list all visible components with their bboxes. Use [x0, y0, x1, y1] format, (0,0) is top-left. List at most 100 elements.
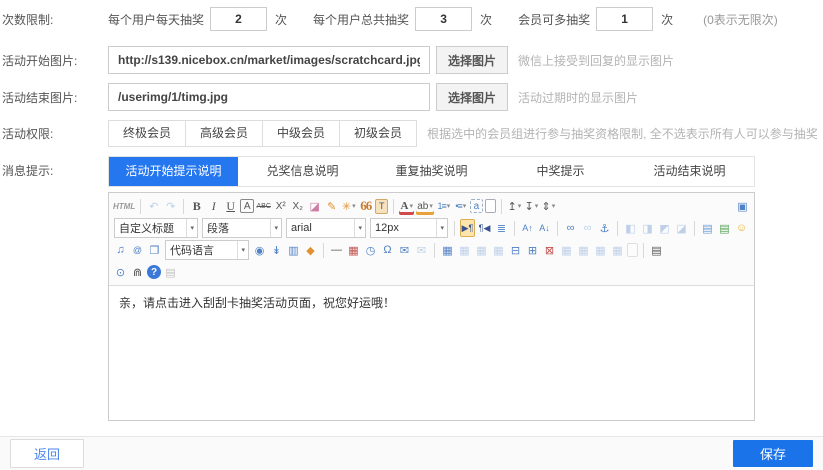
- rich-text-editor: HTML↶↷BIUAABCX²X₂◪✎✳▾66TA▾ab▾1≡▾•≡▾a↥▾↧▾…: [108, 192, 755, 421]
- caret-down-icon: ▾: [409, 202, 413, 210]
- code-language-select[interactable]: 代码语言▾: [165, 240, 249, 260]
- delete-table-icon[interactable]: ▦: [457, 241, 472, 259]
- start-image-pick-button[interactable]: 选择图片: [436, 46, 508, 74]
- ordered-list-icon[interactable]: 1≡▾: [436, 197, 451, 215]
- remove-format-icon[interactable]: ◪: [307, 197, 322, 215]
- tab-activity-end[interactable]: 活动结束说明: [625, 157, 754, 186]
- table-border-icon[interactable]: ▦: [610, 241, 625, 259]
- underline-icon[interactable]: U: [223, 197, 238, 215]
- italic-icon[interactable]: I: [206, 197, 221, 215]
- insert-row-icon[interactable]: ⊟: [508, 241, 523, 259]
- end-image-input[interactable]: [108, 83, 430, 111]
- hr-icon[interactable]: —: [329, 241, 344, 259]
- line-height-icon[interactable]: ⇕▾: [541, 197, 556, 215]
- insert-col-icon[interactable]: ⊞: [525, 241, 540, 259]
- music-icon[interactable]: ♫: [113, 241, 128, 259]
- upload-image-icon[interactable]: ▤: [717, 219, 732, 237]
- rtl-paragraph-icon[interactable]: ¶◀: [477, 219, 492, 237]
- subscript-icon[interactable]: X₂: [290, 197, 305, 215]
- image-float-right-icon[interactable]: ◩: [657, 219, 672, 237]
- attachment-icon[interactable]: @: [130, 241, 145, 259]
- paste-plain-icon[interactable]: T: [375, 199, 388, 214]
- print-icon[interactable]: ▤: [649, 241, 664, 259]
- total-draws-input[interactable]: [415, 7, 472, 31]
- paste-icon[interactable]: ▤: [163, 263, 178, 281]
- unordered-list-icon[interactable]: •≡▾: [453, 197, 468, 215]
- format-brush-icon[interactable]: ✎: [324, 197, 339, 215]
- anchor-icon[interactable]: ⚓: [597, 219, 612, 237]
- auto-typeset-icon[interactable]: ✳▾: [341, 197, 356, 215]
- delete-row-icon[interactable]: ▦: [576, 241, 591, 259]
- merge-right-icon[interactable]: ▦: [559, 241, 574, 259]
- emoticon-icon[interactable]: ☺: [734, 219, 749, 237]
- insert-image-icon[interactable]: ▤: [700, 219, 715, 237]
- preview-icon[interactable]: ⊙: [113, 263, 128, 281]
- valign-top-icon[interactable]: ↥▾: [507, 197, 522, 215]
- group-senior-member[interactable]: 高级会员: [185, 120, 263, 147]
- heading-select[interactable]: 自定义标题▾: [114, 218, 198, 238]
- delete-col-icon[interactable]: ▦: [593, 241, 608, 259]
- template-icon[interactable]: [627, 243, 638, 257]
- insert-table-icon[interactable]: ▦: [440, 241, 455, 259]
- table-title-icon[interactable]: ▦: [474, 241, 489, 259]
- redo-icon[interactable]: ↷: [163, 197, 178, 215]
- ltr-paragraph-icon[interactable]: ▶¶: [460, 219, 475, 237]
- unlink-icon[interactable]: ∞: [580, 219, 595, 237]
- end-image-pick-button[interactable]: 选择图片: [436, 83, 508, 111]
- image-inline-icon[interactable]: ◨: [640, 219, 655, 237]
- per-day-draws-input[interactable]: [210, 7, 267, 31]
- columns-icon[interactable]: ▥: [286, 241, 301, 259]
- pagebreak-icon[interactable]: ↡: [269, 241, 284, 259]
- blank-doc-icon[interactable]: [485, 199, 496, 213]
- time-icon[interactable]: ◷: [363, 241, 378, 259]
- font-size-up-icon[interactable]: A↑: [520, 219, 535, 237]
- footer-bar: 返回 保存: [0, 436, 823, 470]
- highlight-color-icon[interactable]: ab▾: [416, 197, 434, 215]
- find-replace-icon[interactable]: ⋒: [130, 263, 145, 281]
- start-image-input[interactable]: [108, 46, 430, 74]
- merge-cells-icon[interactable]: ▦: [491, 241, 506, 259]
- special-char-icon[interactable]: Ω: [380, 241, 395, 259]
- paragraph-select[interactable]: 段落▾: [202, 218, 282, 238]
- tab-repeat-draw[interactable]: 重复抽奖说明: [367, 157, 496, 186]
- comment-icon[interactable]: ✉: [397, 241, 412, 259]
- link-icon[interactable]: ∞: [563, 219, 578, 237]
- font-size-select[interactable]: 12px▾: [370, 218, 448, 238]
- group-middle-member[interactable]: 中级会员: [262, 120, 340, 147]
- save-button[interactable]: 保存: [733, 440, 813, 467]
- group-junior-member[interactable]: 初级会员: [339, 120, 417, 147]
- image-float-left-icon[interactable]: ◧: [623, 219, 638, 237]
- font-family-select[interactable]: arial▾: [286, 218, 366, 238]
- superscript-icon[interactable]: X²: [273, 197, 288, 215]
- tab-activity-start-prompt[interactable]: 活动开始提示说明: [109, 157, 238, 186]
- anchor-text-icon[interactable]: a: [470, 199, 483, 213]
- fullscreen-icon[interactable]: ▣: [735, 197, 750, 215]
- font-color-icon[interactable]: A▾: [399, 197, 414, 215]
- group-ultimate-member[interactable]: 终极会员: [108, 120, 186, 147]
- font-border-icon[interactable]: A: [240, 199, 254, 213]
- snapshot-icon[interactable]: ◆: [303, 241, 318, 259]
- quick-comment-icon[interactable]: ✉: [414, 241, 429, 259]
- undo-icon[interactable]: ↶: [146, 197, 161, 215]
- insert-frame-icon[interactable]: ❐: [147, 241, 162, 259]
- blockquote-icon[interactable]: 66: [358, 197, 373, 215]
- strikethrough-icon[interactable]: ABC: [256, 197, 271, 215]
- text-indent-icon[interactable]: ≣: [494, 219, 509, 237]
- bold-icon[interactable]: B: [189, 197, 204, 215]
- editor-content[interactable]: 亲，请点击进入刮刮卡抽奖活动页面，祝您好运哦！: [109, 286, 754, 420]
- map-icon[interactable]: ◉: [252, 241, 267, 259]
- split-cell-icon[interactable]: ⊠: [542, 241, 557, 259]
- valign-bottom-icon[interactable]: ↧▾: [524, 197, 539, 215]
- heading-select-label: 自定义标题: [115, 220, 186, 236]
- tab-win-prompt[interactable]: 中奖提示: [496, 157, 625, 186]
- font-size-down-icon[interactable]: A↓: [537, 219, 552, 237]
- image-center-icon[interactable]: ◪: [674, 219, 689, 237]
- back-button[interactable]: 返回: [10, 439, 84, 468]
- per-day-unit: 次: [275, 11, 287, 28]
- total-unit: 次: [480, 11, 492, 28]
- html-source-icon[interactable]: HTML: [113, 197, 135, 215]
- help-icon[interactable]: ?: [147, 265, 161, 279]
- tab-redeem-info[interactable]: 兑奖信息说明: [238, 157, 367, 186]
- date-icon[interactable]: ▦: [346, 241, 361, 259]
- member-extra-draws-input[interactable]: [596, 7, 653, 31]
